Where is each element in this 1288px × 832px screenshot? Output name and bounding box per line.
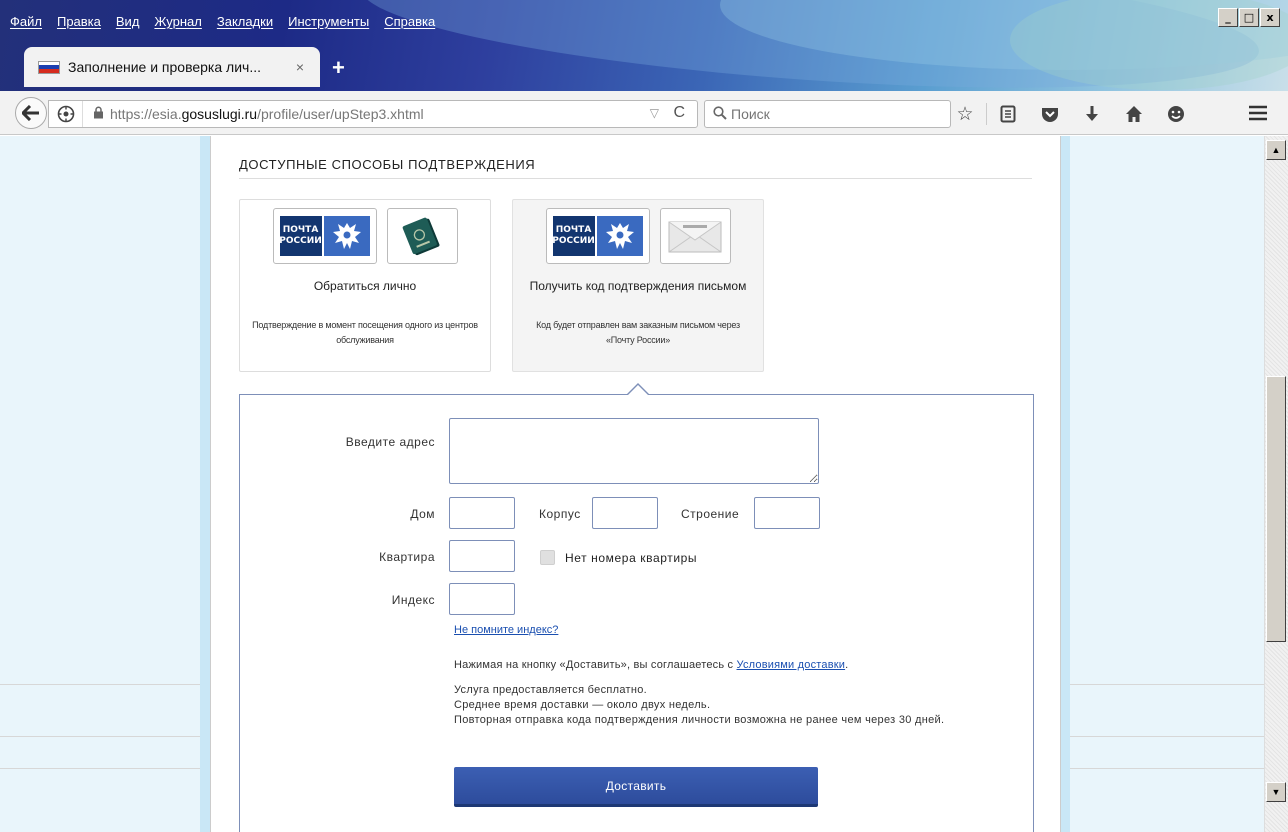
site-identity-icon[interactable] (49, 101, 83, 127)
deliver-button[interactable]: Доставить (454, 767, 818, 807)
download-icon[interactable] (1071, 101, 1113, 127)
no-apartment-checkbox[interactable] (540, 550, 555, 565)
new-tab-button[interactable]: + (332, 55, 345, 81)
tab-active[interactable]: Заполнение и проверка лич... × (24, 47, 320, 87)
menu-bookmarks[interactable]: Закладки (217, 14, 273, 29)
russian-post-logo: ПОЧТА РОССИИ (545, 208, 650, 264)
russian-post-logo: ПОЧТА РОССИИ (272, 208, 377, 264)
hamburger-menu-icon[interactable] (1238, 99, 1278, 127)
russia-flag-icon (38, 60, 60, 74)
address-label: Введите адрес (345, 435, 435, 449)
structure-input[interactable] (754, 497, 820, 529)
method-card-in-person[interactable]: ПОЧТА РОССИИ Обратиться лично Подтвержден… (239, 199, 491, 372)
reading-list-icon[interactable] (987, 101, 1029, 127)
tab-title: Заполнение и проверка лич... (68, 59, 261, 75)
window-controls: _ □ x (1217, 8, 1280, 27)
info-resend-limit: Повторная отправка кода подтверждения ли… (454, 714, 945, 726)
method-card-by-letter[interactable]: ПОЧТА РОССИИ Получить код подтверждения п… (512, 199, 764, 372)
postcode-input[interactable] (449, 583, 515, 615)
back-button[interactable] (15, 97, 47, 129)
minimize-button[interactable]: _ (1218, 8, 1238, 27)
navigation-toolbar: https://esia.gosuslugi.ru/profile/user/u… (0, 91, 1288, 135)
page-viewport: ДОСТУПНЫЕ СПОСОБЫ ПОДТВЕРЖДЕНИЯ ПОЧТА РОС… (0, 136, 1264, 832)
scroll-down-icon[interactable]: ▼ (1266, 782, 1286, 802)
building-label: Корпус (539, 507, 581, 521)
method-title: Получить код подтверждения письмом (529, 279, 747, 293)
building-input[interactable] (592, 497, 658, 529)
menu-help[interactable]: Справка (384, 14, 435, 29)
hello-chat-icon[interactable] (1155, 101, 1197, 127)
home-icon[interactable] (1113, 101, 1155, 127)
address-bar[interactable]: https://esia.gosuslugi.ru/profile/user/u… (48, 100, 698, 128)
delivery-terms-text: Нажимая на кнопку «Доставить», вы соглаш… (454, 659, 849, 671)
menu-view[interactable]: Вид (116, 14, 140, 29)
menu-bar: Файл Правка Вид Журнал Закладки Инструме… (10, 14, 450, 29)
passport-icon (386, 208, 458, 264)
close-window-button[interactable]: x (1260, 8, 1280, 27)
menu-history[interactable]: Журнал (154, 14, 201, 29)
toolbar-icons: ☆ (944, 101, 1197, 127)
method-description: Подтверждение в момент посещения одного … (252, 320, 478, 345)
house-input[interactable] (449, 497, 515, 529)
apartment-label: Квартира (379, 550, 435, 564)
method-title: Обратиться лично (313, 279, 417, 293)
info-free: Услуга предоставляется бесплатно. (454, 684, 648, 696)
delivery-form: Введите адрес Дом Корпус Строение Кварти… (239, 383, 1034, 832)
bookmark-star-icon[interactable]: ☆ (944, 101, 986, 127)
menu-file[interactable]: Файл (10, 14, 42, 29)
method-description: Код будет отправлен вам заказным письмом… (536, 320, 740, 345)
envelope-icon (659, 208, 731, 264)
search-input[interactable] (731, 106, 931, 122)
url-dropdown-icon[interactable]: ▽ (650, 106, 659, 120)
postcode-label: Индекс (391, 593, 435, 607)
delivery-terms-link[interactable]: Условиями доставки (737, 659, 846, 671)
no-apartment-label: Нет номера квартиры (565, 551, 698, 565)
delivery-info: Услуга предоставляется бесплатно. Средне… (454, 683, 964, 728)
apartment-input[interactable] (449, 540, 515, 572)
scroll-up-icon[interactable]: ▲ (1266, 140, 1286, 160)
house-label: Дом (410, 507, 435, 521)
info-delivery-time: Среднее время доставки — около двух неде… (454, 699, 711, 711)
menu-tools[interactable]: Инструменты (288, 14, 369, 29)
url-text: https://esia.gosuslugi.ru/profile/user/u… (110, 106, 424, 122)
lock-icon (93, 106, 104, 122)
tab-close-icon[interactable]: × (296, 59, 304, 75)
page-container: ДОСТУПНЫЕ СПОСОБЫ ПОДТВЕРЖДЕНИЯ ПОЧТА РОС… (210, 136, 1061, 832)
menu-edit[interactable]: Правка (57, 14, 101, 29)
address-input[interactable] (449, 418, 819, 484)
section-title: ДОСТУПНЫЕ СПОСОБЫ ПОДТВЕРЖДЕНИЯ (239, 157, 1032, 179)
structure-label: Строение (681, 507, 740, 521)
scroll-thumb[interactable] (1266, 376, 1286, 642)
pocket-icon[interactable] (1029, 101, 1071, 127)
vertical-scrollbar[interactable]: ▲ ▼ (1264, 136, 1288, 832)
maximize-button[interactable]: □ (1239, 8, 1259, 27)
search-bar[interactable] (704, 100, 951, 128)
back-arrow-icon (22, 105, 39, 121)
search-icon (713, 105, 727, 123)
reload-icon[interactable]: C (673, 104, 685, 122)
forgot-postcode-link[interactable]: Не помните индекс? (454, 624, 558, 636)
